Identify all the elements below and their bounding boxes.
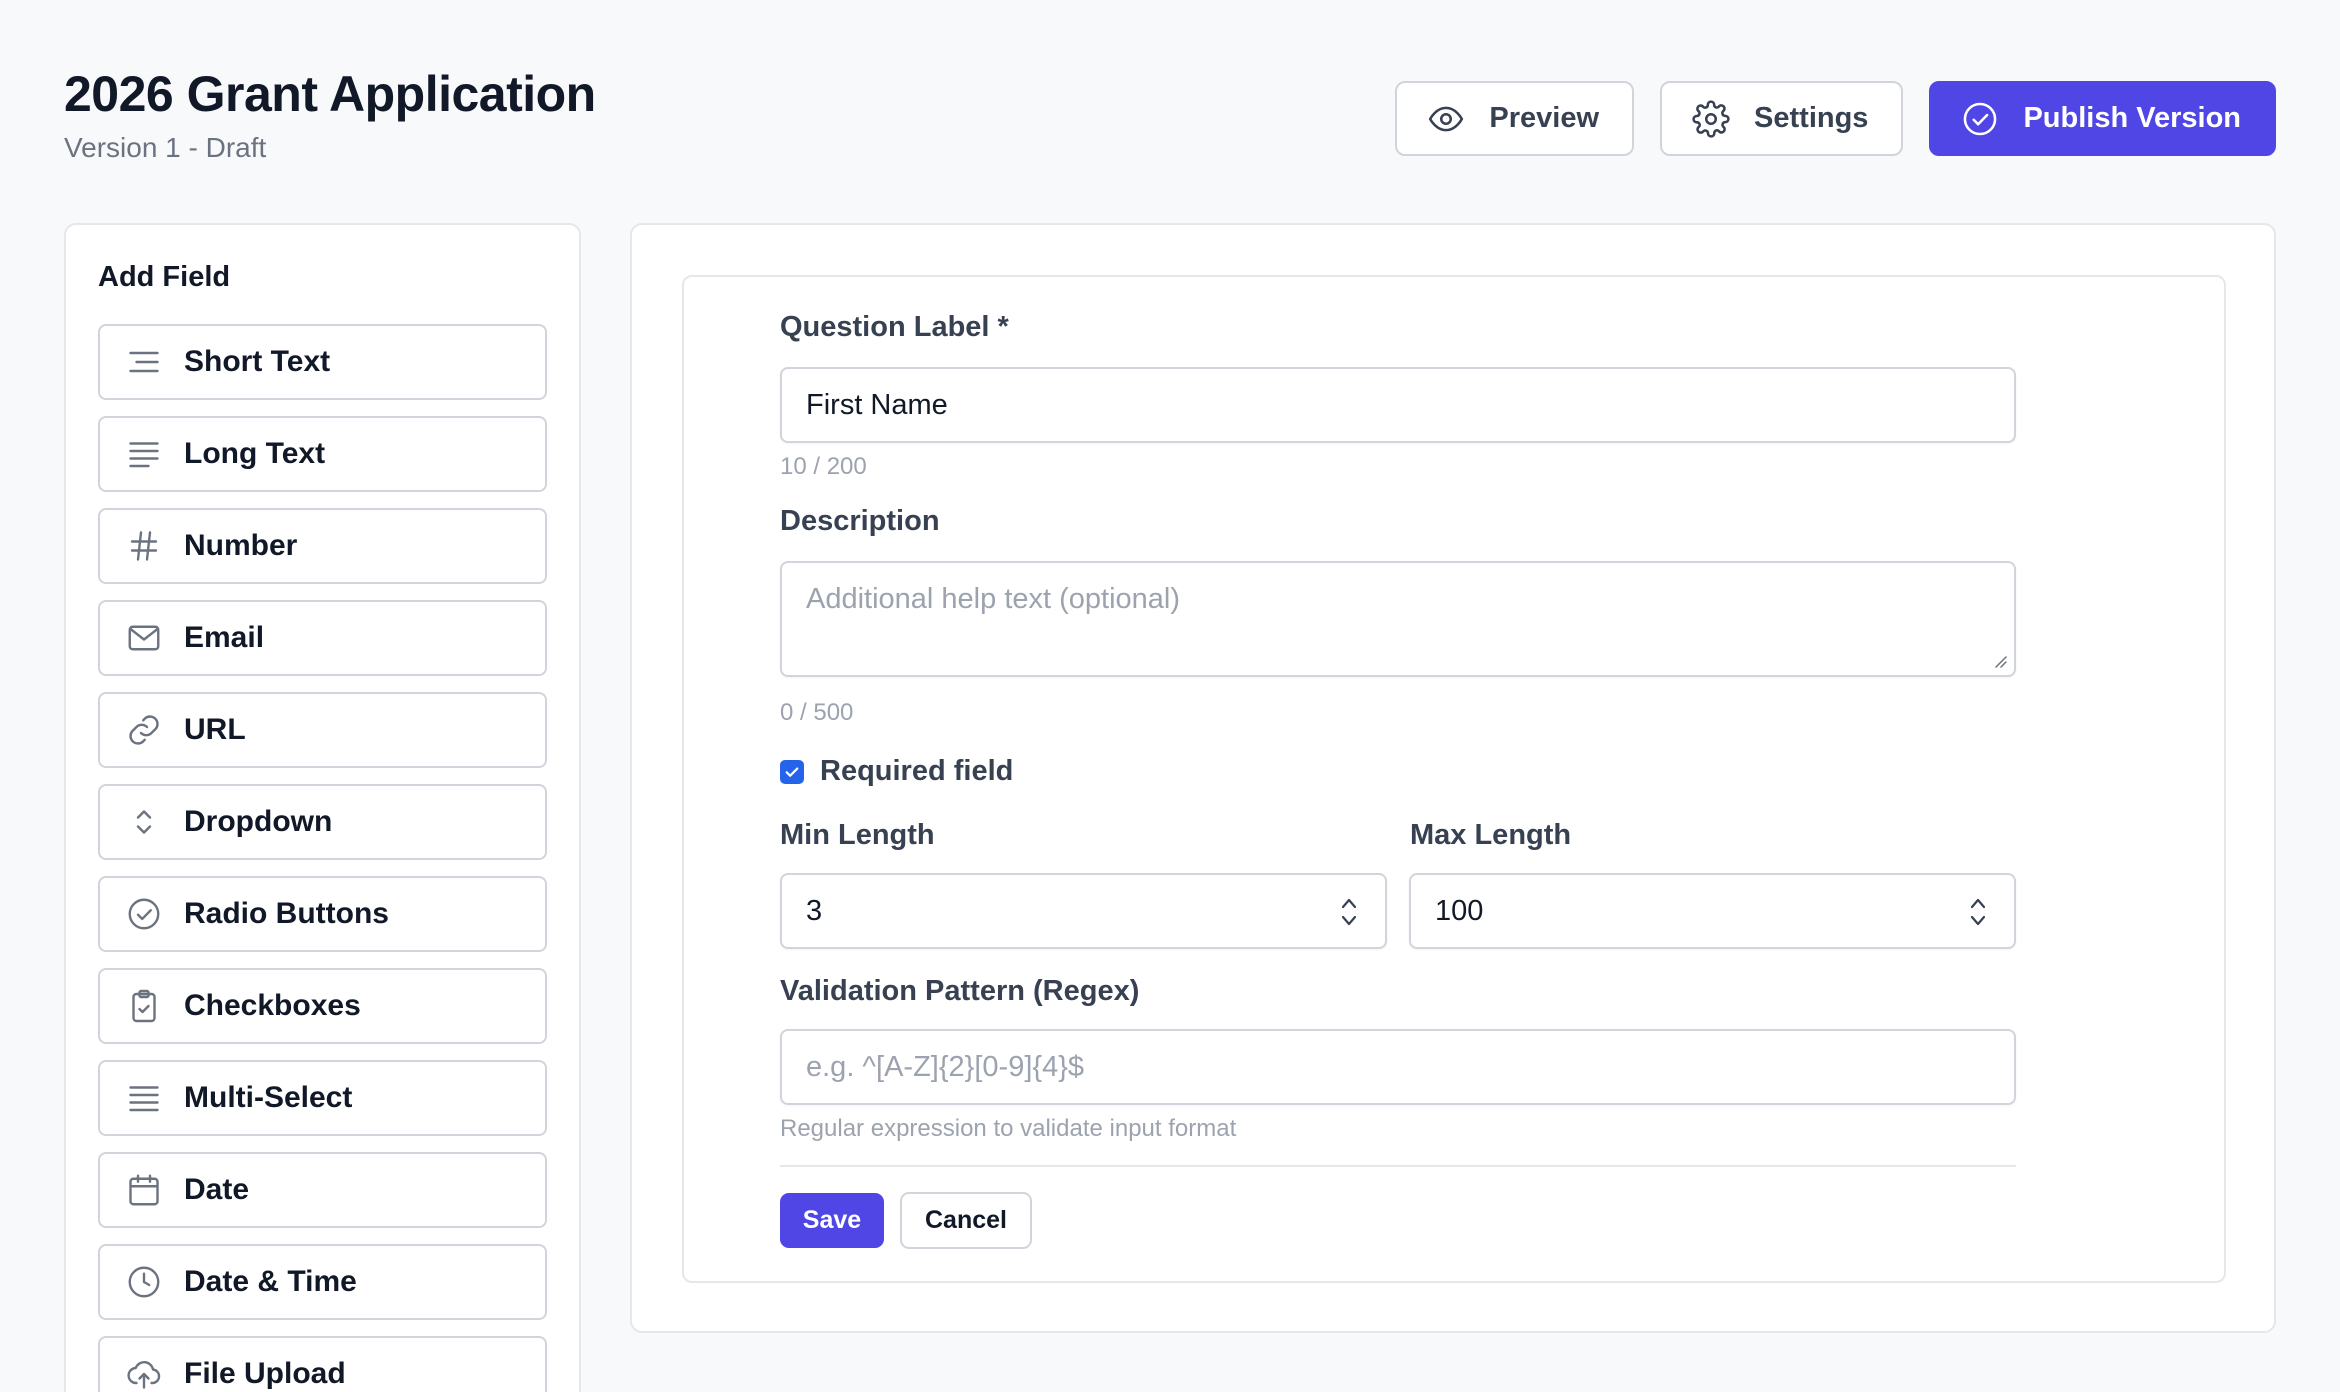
add-field-date-time[interactable]: Date & Time (98, 1244, 547, 1320)
field-label: Date (184, 1173, 250, 1206)
add-field-multi-select[interactable]: Multi-Select (98, 1060, 547, 1136)
mail-icon (128, 625, 160, 651)
description-counter: 0 / 500 (780, 699, 854, 726)
question-label-counter: 10 / 200 (780, 453, 867, 480)
top-actions: Preview Settings Publish Version (1395, 81, 2276, 156)
question-label-input[interactable]: First Name (780, 367, 2016, 443)
add-field-number[interactable]: Number (98, 508, 547, 584)
publish-version-label: Publish Version (2023, 102, 2241, 134)
required-field-row[interactable]: Required field (780, 755, 1013, 788)
question-label-value: First Name (806, 388, 948, 421)
resize-handle-icon[interactable] (1990, 651, 2008, 669)
preview-label: Preview (1489, 102, 1600, 134)
question-label-label: Question Label * (780, 311, 1009, 343)
add-field-date[interactable]: Date (98, 1152, 547, 1228)
add-field-checkboxes[interactable]: Checkboxes (98, 968, 547, 1044)
check-circle-icon (1964, 102, 1997, 135)
field-label: Multi-Select (184, 1081, 353, 1114)
min-length-input[interactable]: 3 (780, 873, 1387, 949)
add-field-file-upload[interactable]: File Upload (98, 1336, 547, 1392)
field-label: Email (184, 621, 265, 654)
number-stepper-icon[interactable] (1339, 895, 1359, 929)
page-header: 2026 Grant Application Version 1 - Draft (64, 62, 596, 164)
validation-pattern-label: Validation Pattern (Regex) (780, 975, 1140, 1007)
hash-icon (130, 531, 158, 561)
add-field-radio-buttons[interactable]: Radio Buttons (98, 876, 547, 952)
field-label: Date & Time (184, 1265, 357, 1298)
calendar-icon (129, 1174, 159, 1206)
max-length-label: Max Length (1410, 819, 1572, 851)
field-label: Checkboxes (184, 989, 361, 1022)
field-label: Short Text (184, 345, 331, 378)
number-stepper-icon[interactable] (1968, 895, 1988, 929)
long-text-icon (129, 442, 159, 468)
validation-pattern-placeholder: e.g. ^[A-Z]{2}[0-9]{4}$ (806, 1050, 1085, 1083)
description-textarea[interactable]: Additional help text (optional) (780, 561, 2016, 677)
add-field-short-text[interactable]: Short Text (98, 324, 547, 400)
field-label: Number (184, 529, 298, 562)
min-length-label: Min Length (780, 819, 935, 851)
validation-pattern-input[interactable]: e.g. ^[A-Z]{2}[0-9]{4}$ (780, 1029, 2016, 1105)
add-field-email[interactable]: Email (98, 600, 547, 676)
preview-button[interactable]: Preview (1395, 81, 1635, 156)
save-button[interactable]: Save (780, 1193, 884, 1248)
required-field-checkbox[interactable] (780, 759, 804, 784)
clock-icon (128, 1266, 160, 1298)
required-field-label: Required field (820, 755, 1014, 787)
check-circle-icon (128, 898, 160, 930)
description-label: Description (780, 505, 940, 537)
settings-label: Settings (1754, 102, 1869, 134)
list-icon (129, 1086, 159, 1112)
checkmark-icon (785, 767, 799, 777)
field-label: Long Text (184, 437, 326, 470)
max-length-input[interactable]: 100 (1409, 873, 2016, 949)
field-label: URL (184, 713, 246, 746)
cancel-button[interactable]: Cancel (900, 1192, 1032, 1249)
form-builder-canvas: Question Label * First Name 10 / 200 Des… (630, 223, 2276, 1333)
add-field-url[interactable]: URL (98, 692, 547, 768)
description-placeholder: Additional help text (optional) (806, 583, 1181, 615)
link-icon (129, 715, 159, 745)
settings-button[interactable]: Settings (1660, 81, 1904, 156)
max-length-value: 100 (1435, 894, 1484, 927)
form-divider (780, 1165, 2016, 1167)
add-field-sidebar: Add Field Short Text Long Text Number Em… (64, 223, 581, 1392)
page-subtitle: Version 1 - Draft (64, 132, 267, 163)
gear-icon (1692, 99, 1730, 138)
validation-pattern-helper: Regular expression to validate input for… (780, 1115, 1237, 1142)
cloud-upload-icon (127, 1361, 161, 1389)
field-label: Dropdown (184, 805, 333, 838)
field-label: File Upload (184, 1357, 346, 1390)
chevron-up-down-icon (136, 810, 152, 834)
field-editor: Question Label * First Name 10 / 200 Des… (682, 275, 2226, 1283)
min-length-value: 3 (806, 894, 823, 927)
field-label: Radio Buttons (184, 897, 389, 930)
short-text-icon (129, 351, 159, 373)
publish-version-button[interactable]: Publish Version (1929, 81, 2276, 156)
clipboard-check-icon (132, 989, 156, 1023)
sidebar-title: Add Field (98, 261, 231, 293)
eye-icon (1429, 106, 1464, 131)
add-field-dropdown[interactable]: Dropdown (98, 784, 547, 860)
add-field-long-text[interactable]: Long Text (98, 416, 547, 492)
page-title: 2026 Grant Application (64, 66, 596, 122)
